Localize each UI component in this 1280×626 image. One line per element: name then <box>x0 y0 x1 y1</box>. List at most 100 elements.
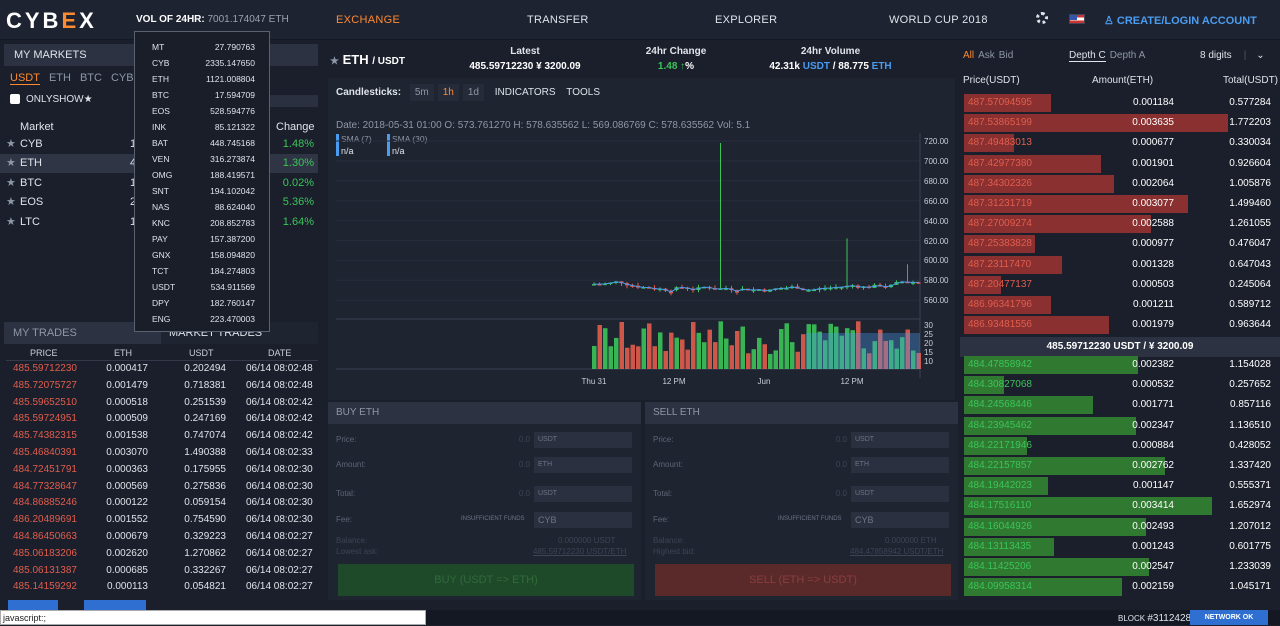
bid-row[interactable]: 484.22157857 0.002762 1.337420 <box>964 456 1278 476</box>
market-tab-eth[interactable]: ETH <box>49 72 71 84</box>
market-tab-btc[interactable]: BTC <box>80 72 102 84</box>
sell-total-input[interactable]: USDT <box>851 486 949 502</box>
tf-1d[interactable]: 1d <box>462 84 484 101</box>
asset-name: DPY <box>152 298 170 308</box>
market-search-input[interactable] <box>270 95 318 107</box>
col-amount-eth: Amount(ETH) <box>1092 75 1154 86</box>
network-status[interactable]: NETWORK OK <box>1190 610 1268 625</box>
create-login-button[interactable]: ♙ CREATE/LOGIN ACCOUNT <box>1104 14 1257 27</box>
bid-row[interactable]: 484.19442023 0.001147 0.555371 <box>964 476 1278 496</box>
bid-row[interactable]: 484.23945462 0.002347 1.136510 <box>964 416 1278 436</box>
tab-my-trades[interactable]: MY TRADES <box>13 327 77 339</box>
buy-fee-select[interactable]: CYB <box>534 512 632 528</box>
y-tick: 620.00 <box>924 236 949 246</box>
bid-row[interactable]: 484.09958314 0.002159 1.045171 <box>964 577 1278 597</box>
gear-icon[interactable] <box>1036 12 1048 24</box>
ask-row[interactable]: 487.57094595 0.001184 0.577284 <box>964 93 1278 113</box>
star-icon[interactable]: ★ <box>6 193 16 212</box>
star-icon[interactable]: ★ <box>6 213 16 232</box>
tab-bid[interactable]: Bid <box>999 50 1013 61</box>
market-tab-cyb[interactable]: CYB <box>111 72 134 84</box>
tf-1h[interactable]: 1h <box>437 84 459 101</box>
nav-exchange[interactable]: EXCHANGE <box>336 14 400 26</box>
ask-row[interactable]: 486.96341796 0.001211 0.589712 <box>964 295 1278 315</box>
us-flag-icon[interactable] <box>1069 14 1085 24</box>
col-usdt: USDT <box>189 348 214 358</box>
market-change: 5.36% <box>282 196 314 209</box>
trade-cell: 0.000518 <box>106 396 148 408</box>
ask-row[interactable]: 487.23117470 0.001328 0.647043 <box>964 255 1278 275</box>
candlestick-chart[interactable]: Thu 31 12 PM Jun 12 PM <box>336 133 922 393</box>
order-price: 487.20477137 <box>968 278 1032 290</box>
cybex-logo[interactable]: CYBEX <box>6 8 97 34</box>
star-icon[interactable]: ★ <box>6 174 16 193</box>
load-button-right[interactable] <box>84 600 146 610</box>
volume-bar <box>790 342 795 369</box>
tab-depth-c[interactable]: Depth C <box>1069 50 1106 62</box>
volume-bar <box>801 334 806 369</box>
buy-button[interactable]: BUY (USDT => ETH) <box>338 564 634 596</box>
bid-row[interactable]: 484.47858942 0.002382 1.154028 <box>964 355 1278 375</box>
order-total: 0.577284 <box>1229 97 1271 108</box>
star-icon[interactable]: ★ <box>6 135 16 154</box>
bid-row[interactable]: 484.30827068 0.000532 0.257652 <box>964 375 1278 395</box>
ask-row[interactable]: 487.53865199 0.003635 1.772203 <box>964 113 1278 133</box>
bid-row[interactable]: 484.24568446 0.001771 0.857116 <box>964 395 1278 415</box>
digits-select[interactable]: 8 digits | ⌄ <box>1200 50 1265 61</box>
sell-button[interactable]: SELL (ETH => USDT) <box>655 564 951 596</box>
order-price: 484.16044926 <box>968 520 1032 532</box>
volume-popup-row: BTC 17.594709 <box>135 87 271 103</box>
asset-name: BTC <box>152 90 169 100</box>
load-button-left[interactable] <box>8 600 58 610</box>
volume-24hr[interactable]: VOL OF 24HR: 7001.174047 ETH <box>136 14 289 25</box>
nav-explorer[interactable]: EXPLORER <box>715 14 777 26</box>
tab-ask[interactable]: Ask <box>978 50 995 61</box>
tools-button[interactable]: TOOLS <box>566 87 600 98</box>
col-change: Change <box>276 121 315 133</box>
ask-row[interactable]: 487.20477137 0.000503 0.245064 <box>964 275 1278 295</box>
order-total: 1.233039 <box>1229 561 1271 572</box>
ask-row[interactable]: 487.31231719 0.003077 1.499460 <box>964 194 1278 214</box>
buy-price-input[interactable]: USDT <box>534 432 632 448</box>
ask-row[interactable]: 487.34302326 0.002064 1.005876 <box>964 174 1278 194</box>
highest-bid-value[interactable]: 484.47858942 USDT/ETH <box>850 547 943 556</box>
buy-total-input[interactable]: USDT <box>534 486 632 502</box>
tab-depth-a[interactable]: Depth A <box>1110 50 1146 61</box>
sell-amount-input[interactable]: ETH <box>851 457 949 473</box>
sell-total-row: Total: 0.0 USDT <box>645 486 958 502</box>
volume-bar <box>603 328 608 369</box>
star-icon[interactable]: ★ <box>6 154 16 173</box>
bid-row[interactable]: 484.22171946 0.000884 0.428052 <box>964 436 1278 456</box>
ask-row[interactable]: 487.27009274 0.002588 1.261055 <box>964 214 1278 234</box>
nav-world-cup[interactable]: WORLD CUP 2018 <box>889 14 988 26</box>
volume-popup-row: GNX 158.094820 <box>135 247 271 263</box>
vol-tick: 20 <box>924 338 933 348</box>
volume-bar <box>619 321 624 369</box>
trade-cell: 06/14 08:02:30 <box>246 480 313 492</box>
volume-bar <box>630 344 635 369</box>
bid-row[interactable]: 484.17516110 0.003414 1.652974 <box>964 496 1278 516</box>
tf-5m[interactable]: 5m <box>409 84 434 101</box>
ask-row[interactable]: 487.25383828 0.000977 0.476047 <box>964 234 1278 254</box>
bid-row[interactable]: 484.13113435 0.001243 0.601775 <box>964 537 1278 557</box>
onlyshow-checkbox[interactable] <box>10 94 20 104</box>
indicators-button[interactable]: INDICATORS <box>495 87 556 98</box>
star-icon[interactable]: ★ <box>330 56 339 67</box>
bid-row[interactable]: 484.11425206 0.002547 1.233039 <box>964 557 1278 577</box>
ask-row[interactable]: 487.42977380 0.001901 0.926604 <box>964 154 1278 174</box>
bid-row[interactable]: 484.16044926 0.002493 1.207012 <box>964 517 1278 537</box>
asset-volume: 208.852783 <box>210 218 255 228</box>
nav-transfer[interactable]: TRANSFER <box>527 14 589 26</box>
volume-highlight <box>806 333 920 369</box>
sell-fee-row: Fee: INSUFFICIENT FUNDS CYB <box>645 512 958 528</box>
sell-price-input[interactable]: USDT <box>851 432 949 448</box>
sell-fee-select[interactable]: CYB <box>851 512 949 528</box>
order-amount: 0.002382 <box>1132 359 1174 370</box>
buy-amount-input[interactable]: ETH <box>534 457 632 473</box>
ask-row[interactable]: 487.49483013 0.000677 0.330034 <box>964 133 1278 153</box>
market-tab-usdt[interactable]: USDT <box>10 72 40 85</box>
tab-all[interactable]: All <box>963 50 974 61</box>
trade-cell: 06/14 08:02:42 <box>246 396 313 408</box>
lowest-ask-value[interactable]: 485.59712230 USDT/ETH <box>533 547 626 556</box>
ask-row[interactable]: 486.93481556 0.001979 0.963644 <box>964 315 1278 335</box>
